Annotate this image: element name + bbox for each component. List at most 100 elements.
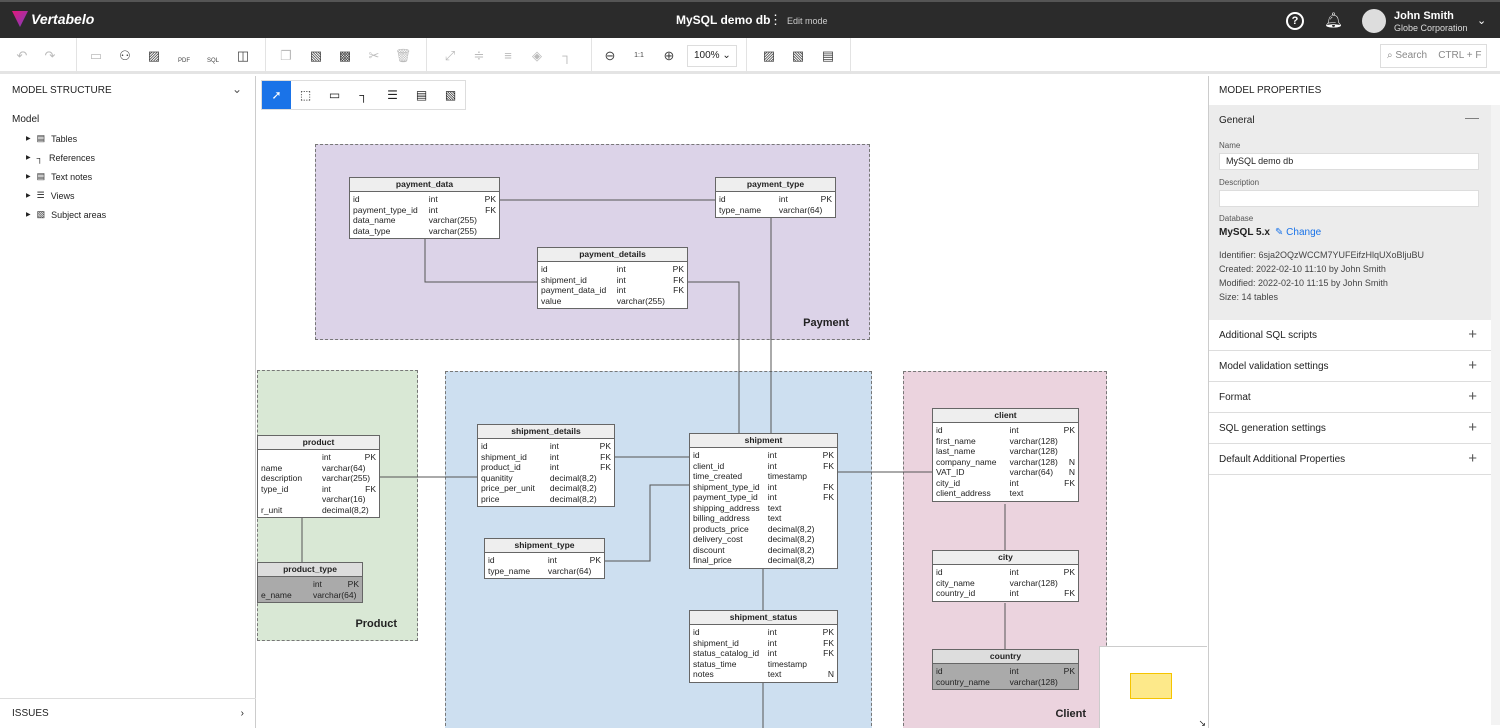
table-column[interactable]: id int PK xyxy=(719,194,832,205)
distribute-icon[interactable]: ≡ xyxy=(498,46,518,66)
table-column[interactable]: country_name varchar(128) xyxy=(936,677,1075,688)
scrollbar[interactable] xyxy=(1491,105,1500,725)
undo-icon[interactable]: ↶ xyxy=(12,46,32,66)
copy-icon[interactable]: ❐ xyxy=(276,46,296,66)
subject-area-top-icon[interactable]: ▤ xyxy=(818,46,838,66)
table-column[interactable]: type_name varchar(64) xyxy=(719,205,832,216)
add-table-icon[interactable]: ▭ xyxy=(320,81,349,109)
export-pdf-icon[interactable]: PDF xyxy=(174,46,194,66)
table-column[interactable]: status_catalog_id int FK xyxy=(693,648,834,659)
table-country[interactable]: country id int PK country_name varchar(128) xyxy=(932,649,1079,690)
table-column[interactable]: shipping_address text xyxy=(693,503,834,514)
table-column[interactable]: int PK xyxy=(261,579,359,590)
table-city[interactable]: city id int PK city_name varchar(128) country_… xyxy=(932,550,1079,602)
paste-icon[interactable]: ▧ xyxy=(306,46,326,66)
table-column[interactable]: final_price decimal(8,2) xyxy=(693,555,834,566)
tree-item-views[interactable]: ▶ ☰ Views xyxy=(12,186,106,205)
table-column[interactable]: time_created timestamp xyxy=(693,471,834,482)
table-column[interactable]: varchar(16) xyxy=(261,494,376,505)
resize-icon[interactable]: ↘ xyxy=(1198,718,1206,728)
zoom-out-icon[interactable]: ⊖ xyxy=(600,46,620,66)
table-column[interactable]: price_per_unit decimal(8,2) xyxy=(481,483,611,494)
autolayout-icon[interactable]: ⤢ xyxy=(440,46,460,66)
redo-icon[interactable]: ↷ xyxy=(40,46,60,66)
table-column[interactable]: status_time timestamp xyxy=(693,659,834,670)
table-column[interactable]: country_id int FK xyxy=(936,588,1075,599)
reference-line[interactable] xyxy=(688,281,740,433)
cut-icon[interactable]: ✂ xyxy=(364,46,384,66)
table-column[interactable]: shipment_id int FK xyxy=(693,638,834,649)
table-column[interactable]: city_id int FK xyxy=(936,478,1075,489)
table-column[interactable]: payment_type_id int FK xyxy=(353,205,496,216)
table-column[interactable]: delivery_cost decimal(8,2) xyxy=(693,534,834,545)
chevron-down-icon[interactable]: ⌄ xyxy=(1477,14,1486,27)
table-payment-data[interactable]: payment_data id int PK payment_type_id int FK d… xyxy=(349,177,500,239)
table-column[interactable]: first_name varchar(128) xyxy=(936,436,1075,447)
bell-icon[interactable]: 🔔︎ xyxy=(1324,11,1343,29)
line-style-icon[interactable]: ┐ xyxy=(557,46,577,66)
sidebar-icon[interactable]: ◫ xyxy=(233,46,253,66)
table-column[interactable]: value varchar(255) xyxy=(541,296,684,307)
diagram-canvas[interactable]: ➚ ⬚ ▭ ┐ ☰ ▤ ▧ ↘ Payment Product Client paym… xyxy=(257,76,1207,728)
section-model-validation[interactable]: Model validation settings + xyxy=(1209,351,1491,382)
table-column[interactable]: id int PK xyxy=(481,441,611,452)
add-reference-icon[interactable]: ┐ xyxy=(349,81,378,109)
table-column[interactable]: data_type varchar(255) xyxy=(353,226,496,237)
zoom-in-icon[interactable]: ⊕ xyxy=(659,46,679,66)
table-column[interactable]: id int PK xyxy=(936,567,1075,578)
model-title[interactable]: MySQL demo db xyxy=(676,13,770,27)
table-column[interactable]: id int PK xyxy=(693,450,834,461)
section-format[interactable]: Format + xyxy=(1209,382,1491,413)
export-image-icon[interactable]: ▨ xyxy=(144,46,164,66)
table-column[interactable]: billing_address text xyxy=(693,513,834,524)
vertabelo-logo[interactable]: Vertabelo xyxy=(12,11,94,27)
minimap[interactable]: ↘ xyxy=(1099,646,1207,728)
table-column[interactable]: quanitity decimal(8,2) xyxy=(481,473,611,484)
save-icon[interactable]: ▭ xyxy=(86,46,106,66)
table-column[interactable]: shipment_id int FK xyxy=(481,452,611,463)
user-name[interactable]: John Smith xyxy=(1394,10,1454,22)
table-column[interactable]: name varchar(64) xyxy=(261,463,376,474)
table-column[interactable]: shipment_id int FK xyxy=(541,275,684,286)
chevron-down-icon[interactable]: ⌄ xyxy=(232,82,242,96)
table-column[interactable]: product_id int FK xyxy=(481,462,611,473)
area-select-icon[interactable]: ⬚ xyxy=(291,81,320,109)
table-column[interactable]: shipment_type_id int FK xyxy=(693,482,834,493)
avatar[interactable] xyxy=(1362,9,1386,33)
collapse-icon[interactable]: — xyxy=(1465,109,1479,125)
table-column[interactable]: products_price decimal(8,2) xyxy=(693,524,834,535)
help-icon[interactable]: ? xyxy=(1286,12,1304,30)
share-icon[interactable]: ⚇ xyxy=(115,46,135,66)
select-tool-icon[interactable]: ➚ xyxy=(262,81,291,109)
table-column[interactable]: e_name varchar(64) xyxy=(261,590,359,601)
name-input[interactable]: MySQL demo db xyxy=(1219,153,1479,170)
table-product-type[interactable]: product_type int PK e_name varchar(64) xyxy=(257,562,363,603)
table-column[interactable]: type_name varchar(64) xyxy=(488,566,601,577)
tree-root[interactable]: Model xyxy=(12,114,39,125)
table-shipment-status[interactable]: shipment_status id int PK shipment_id int FK st… xyxy=(689,610,838,683)
table-column[interactable]: last_name varchar(128) xyxy=(936,446,1075,457)
layers-icon[interactable]: ◈ xyxy=(527,46,547,66)
delete-icon[interactable]: 🗑︎ xyxy=(393,46,413,66)
table-column[interactable]: int PK xyxy=(261,452,376,463)
table-column[interactable]: client_id int FK xyxy=(693,461,834,472)
table-client[interactable]: client id int PK first_name varchar(128) last_… xyxy=(932,408,1079,502)
tree-item-references[interactable]: ▶ ┐ References xyxy=(12,148,106,167)
table-shipment-type[interactable]: shipment_type id int PK type_name varchar(64) xyxy=(484,538,605,579)
more-options-icon[interactable]: ⋮ xyxy=(769,12,782,28)
tree-item-subject-areas[interactable]: ▶ ▧ Subject areas xyxy=(12,205,106,224)
table-column[interactable]: client_address text xyxy=(936,488,1075,499)
zoom-reset-icon[interactable]: 1:1 xyxy=(629,46,649,66)
table-column[interactable]: price decimal(8,2) xyxy=(481,494,611,505)
zoom-select[interactable]: 100% ⌄ xyxy=(687,45,737,67)
paste-format-icon[interactable]: ▩ xyxy=(335,46,355,66)
table-column[interactable]: description varchar(255) xyxy=(261,473,376,484)
table-column[interactable]: payment_data_id int FK xyxy=(541,285,684,296)
table-shipment[interactable]: shipment id int PK client_id int FK time_create… xyxy=(689,433,838,569)
table-column[interactable]: id int PK xyxy=(936,425,1075,436)
table-column[interactable]: id int PK xyxy=(488,555,601,566)
section-additional-sql-scripts[interactable]: Additional SQL scripts + xyxy=(1209,320,1491,351)
table-column[interactable]: city_name varchar(128) xyxy=(936,578,1075,589)
align-icon[interactable]: ≑ xyxy=(469,46,489,66)
description-input[interactable] xyxy=(1219,190,1479,207)
